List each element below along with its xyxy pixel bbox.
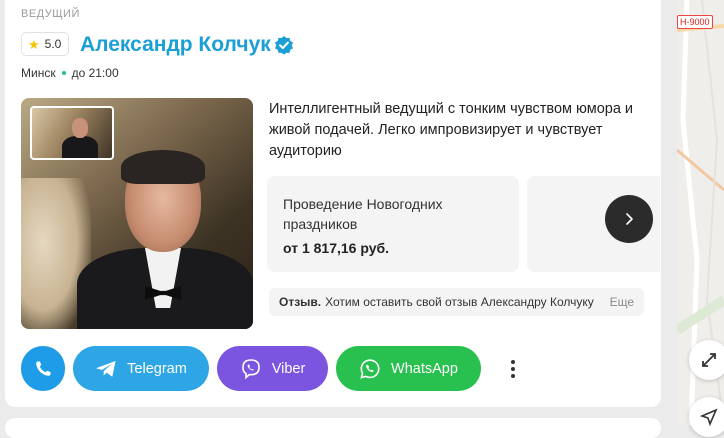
telegram-button[interactable]: Telegram: [73, 346, 209, 391]
telegram-label: Telegram: [127, 360, 187, 377]
navigate-icon: [700, 408, 718, 426]
service-card[interactable]: Проведение Новогодних праздников от 1 81…: [267, 176, 519, 272]
location-hours: Минск до 21:00: [21, 66, 119, 80]
more-vertical-icon: [511, 360, 515, 364]
whatsapp-icon: [360, 358, 380, 379]
next-service-button[interactable]: [605, 195, 653, 243]
viber-label: Viber: [271, 360, 306, 377]
road-label: Н-9000: [677, 15, 713, 29]
rating-value: 5.0: [44, 37, 62, 51]
service-title: Проведение Новогодних праздников: [283, 196, 443, 232]
viber-icon: [241, 358, 260, 379]
review-label: Отзыв.: [279, 295, 322, 309]
rating-badge: ★ 5.0: [21, 32, 70, 56]
review-more-link[interactable]: Еще: [610, 295, 634, 309]
open-status-dot: [61, 71, 66, 75]
next-listing-card: [5, 418, 661, 438]
telegram-icon: [96, 360, 116, 377]
review-text: Хотим оставить свой отзыв Александру Кол…: [325, 295, 594, 309]
photo-thumbnail[interactable]: [30, 106, 114, 160]
whatsapp-label: WhatsApp: [391, 360, 458, 377]
hours: до 21:00: [71, 66, 119, 80]
city: Минск: [21, 66, 56, 80]
star-icon: ★: [28, 36, 40, 52]
call-button[interactable]: [21, 346, 65, 391]
expand-map-button[interactable]: [689, 340, 724, 380]
phone-icon: [36, 361, 51, 376]
expand-icon: [702, 353, 716, 367]
chevron-right-icon: [626, 213, 633, 225]
review-snippet[interactable]: Отзыв. Хотим оставить свой отзыв Алексан…: [269, 288, 644, 316]
verified-icon: [275, 36, 293, 55]
viber-button[interactable]: Viber: [217, 346, 328, 391]
category-label: ВЕДУЩИЙ: [21, 8, 80, 20]
navigate-button[interactable]: [689, 397, 724, 437]
service-price: от 1 817,16 руб.: [283, 240, 390, 256]
more-options-button[interactable]: [503, 357, 523, 381]
whatsapp-button[interactable]: WhatsApp: [336, 346, 481, 391]
performer-name[interactable]: Александр Колчук: [80, 33, 271, 57]
description: Интеллигентный ведущий с тонким чувством…: [269, 101, 634, 159]
